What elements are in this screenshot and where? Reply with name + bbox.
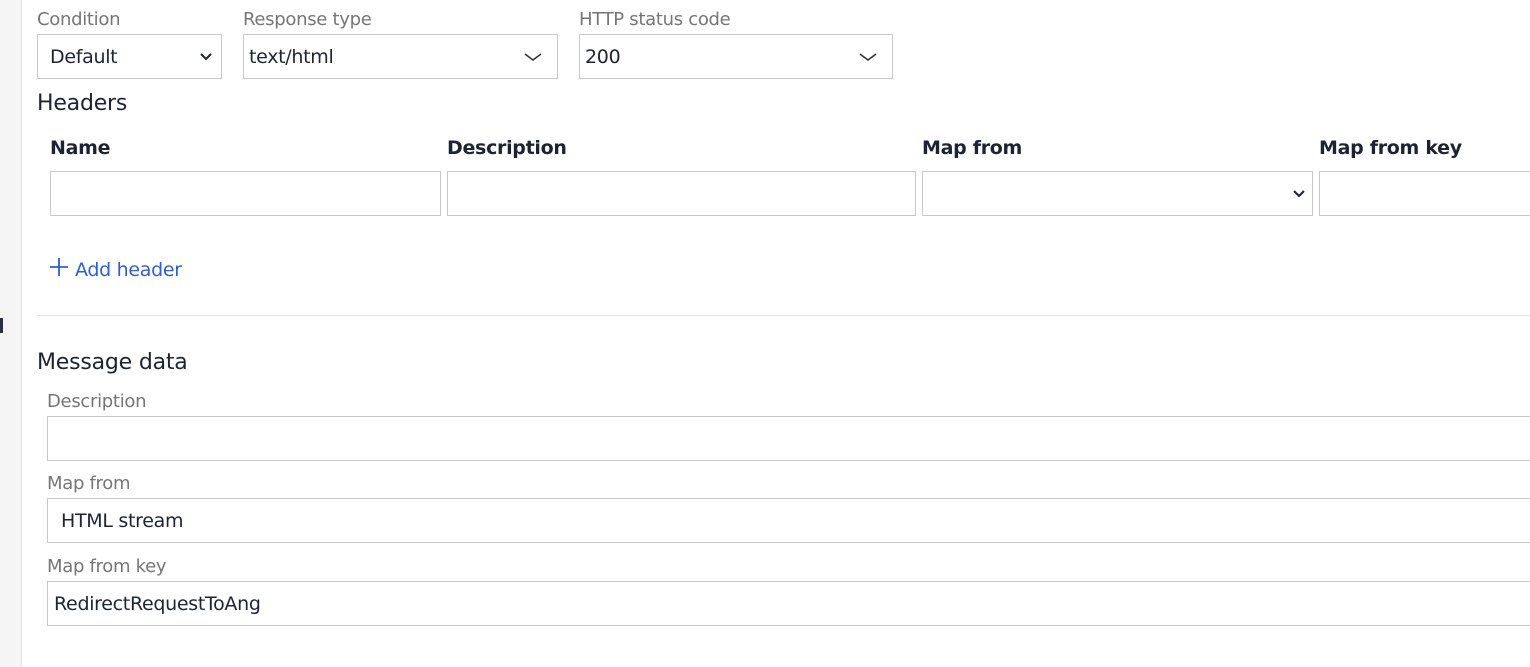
http-status-code-label: HTTP status code	[579, 9, 731, 30]
message-map-from-label: Map from	[47, 473, 131, 494]
message-description-input[interactable]	[47, 416, 1530, 461]
add-header-label: Add header	[75, 258, 182, 281]
message-map-from-field[interactable]: HTML stream	[47, 498, 1530, 543]
http-status-code-value: 200	[585, 45, 621, 68]
header-map-from-select[interactable]	[922, 171, 1313, 216]
chevron-down-icon	[199, 52, 213, 62]
headers-column-map-from-key: Map from key	[1319, 137, 1462, 159]
message-description-label: Description	[47, 391, 147, 412]
left-sidebar-rail	[0, 0, 22, 667]
add-header-button[interactable]: Add header	[49, 257, 182, 282]
condition-select[interactable]: Default	[37, 34, 222, 79]
headers-column-map-from: Map from	[922, 137, 1023, 159]
header-map-from-key-input[interactable]	[1319, 171, 1530, 216]
headers-column-name: Name	[50, 137, 111, 159]
header-name-input[interactable]	[50, 171, 441, 216]
condition-value: Default	[50, 45, 118, 68]
response-type-label: Response type	[243, 9, 372, 30]
http-status-code-select[interactable]: 200	[579, 34, 893, 79]
headers-section-title: Headers	[37, 91, 128, 116]
chevron-down-icon	[523, 51, 543, 63]
message-map-from-key-label: Map from key	[47, 556, 167, 577]
message-data-section-title: Message data	[37, 350, 188, 375]
chevron-down-icon	[858, 51, 878, 63]
plus-icon	[49, 257, 69, 282]
condition-label: Condition	[37, 9, 121, 30]
response-form: Condition Default Response type text/htm…	[37, 0, 1530, 667]
headers-column-description: Description	[447, 137, 567, 159]
response-type-select[interactable]: text/html	[243, 34, 558, 79]
chevron-down-icon	[1292, 189, 1306, 199]
section-divider	[37, 315, 1530, 316]
message-map-from-key-input[interactable]: RedirectRequestToAng	[47, 581, 1530, 626]
sidebar-edge-marker	[0, 318, 3, 333]
response-type-value: text/html	[249, 45, 334, 68]
header-description-input[interactable]	[447, 171, 916, 216]
